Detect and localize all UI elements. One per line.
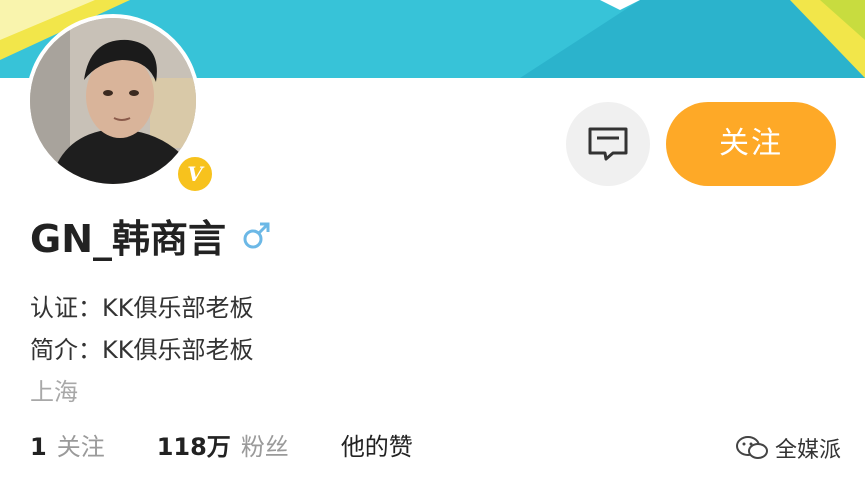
followers-label: 粉丝 xyxy=(240,432,289,461)
following-count: 1 xyxy=(30,432,47,461)
username-row: GN_韩商言 xyxy=(30,210,272,261)
following-label: 关注 xyxy=(56,432,105,461)
verification-info: 认证：KK俱乐部老板 xyxy=(30,294,254,322)
username: GN_韩商言 xyxy=(30,216,226,261)
watermark-text: 全媒派 xyxy=(775,438,842,463)
message-icon xyxy=(588,127,628,161)
avatar-container[interactable]: V xyxy=(26,14,215,194)
bio: 简介：KK俱乐部老板 xyxy=(30,336,254,364)
watermark: 全媒派 xyxy=(735,432,841,464)
followers-stat[interactable]: 118万 粉丝 xyxy=(157,427,289,462)
likes-stat[interactable]: 他的赞 xyxy=(341,427,413,462)
male-symbol-icon xyxy=(243,222,270,249)
profile-stats: 1 关注 118万 粉丝 他的赞 xyxy=(30,424,413,464)
follow-button[interactable]: 关注 xyxy=(666,102,836,186)
wechat-icon xyxy=(736,436,768,459)
followers-count: 118万 xyxy=(156,432,231,461)
verified-badge: V xyxy=(175,154,215,194)
location: 上海 xyxy=(30,378,78,406)
avatar-photo xyxy=(30,18,196,184)
message-button[interactable] xyxy=(566,102,650,186)
following-stat[interactable]: 1 关注 xyxy=(30,427,105,462)
avatar[interactable] xyxy=(30,18,196,184)
